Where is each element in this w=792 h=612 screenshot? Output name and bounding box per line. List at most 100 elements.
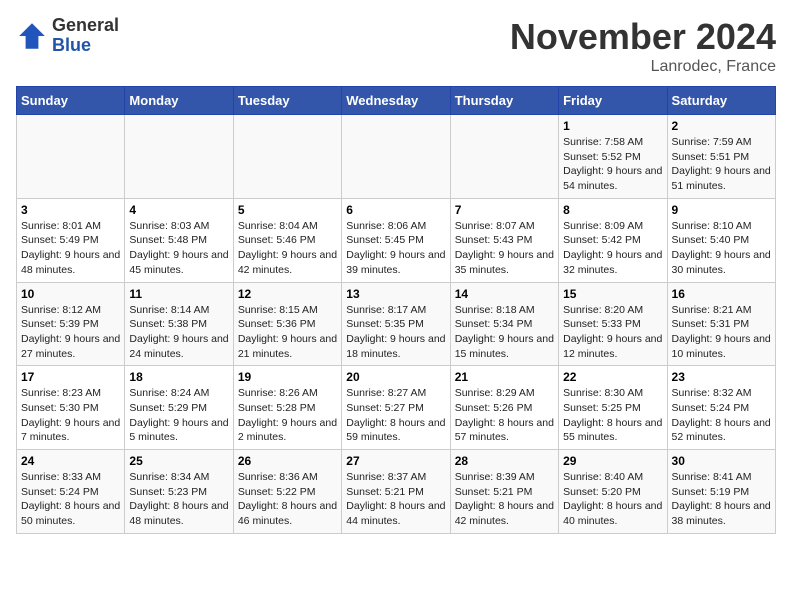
day-number: 26 xyxy=(238,454,337,468)
calendar-cell: 3 Sunrise: 8:01 AM Sunset: 5:49 PM Daylig… xyxy=(17,198,125,282)
calendar-cell: 14Sunrise: 8:18 AM Sunset: 5:34 PM Dayli… xyxy=(450,282,558,366)
calendar-cell: 11Sunrise: 8:14 AM Sunset: 5:38 PM Dayli… xyxy=(125,282,233,366)
day-number: 18 xyxy=(129,370,228,384)
weekday-header-friday: Friday xyxy=(559,87,667,115)
day-number: 24 xyxy=(21,454,120,468)
logo: General Blue xyxy=(16,16,119,56)
weekday-header-saturday: Saturday xyxy=(667,87,775,115)
calendar-cell xyxy=(342,115,450,199)
day-info: Sunrise: 8:40 AM Sunset: 5:20 PM Dayligh… xyxy=(563,470,662,529)
calendar-cell: 26 Sunrise: 8:36 AM Sunset: 5:22 PM Dayli… xyxy=(233,450,341,534)
day-number: 4 xyxy=(129,203,228,217)
calendar-cell: 13 Sunrise: 8:17 AM Sunset: 5:35 PM Dayli… xyxy=(342,282,450,366)
calendar-cell xyxy=(233,115,341,199)
day-number: 3 xyxy=(21,203,120,217)
calendar-cell: 1Sunrise: 7:58 AM Sunset: 5:52 PM Daylig… xyxy=(559,115,667,199)
day-info: Sunrise: 8:10 AM Sunset: 5:40 PM Dayligh… xyxy=(672,219,771,278)
day-number: 21 xyxy=(455,370,554,384)
calendar-header: SundayMondayTuesdayWednesdayThursdayFrid… xyxy=(17,87,776,115)
day-number: 12 xyxy=(238,287,337,301)
logo-general-text: General xyxy=(52,16,119,36)
day-info: Sunrise: 8:32 AM Sunset: 5:24 PM Dayligh… xyxy=(672,386,771,445)
calendar-week-row: 17 Sunrise: 8:23 AM Sunset: 5:30 PM Dayli… xyxy=(17,366,776,450)
calendar-week-row: 1Sunrise: 7:58 AM Sunset: 5:52 PM Daylig… xyxy=(17,115,776,199)
day-number: 16 xyxy=(672,287,771,301)
weekday-header-row: SundayMondayTuesdayWednesdayThursdayFrid… xyxy=(17,87,776,115)
weekday-header-thursday: Thursday xyxy=(450,87,558,115)
day-info: Sunrise: 8:06 AM Sunset: 5:45 PM Dayligh… xyxy=(346,219,445,278)
calendar-cell: 6 Sunrise: 8:06 AM Sunset: 5:45 PM Daylig… xyxy=(342,198,450,282)
day-number: 17 xyxy=(21,370,120,384)
logo-text: General Blue xyxy=(52,16,119,56)
day-number: 22 xyxy=(563,370,662,384)
day-info: Sunrise: 8:36 AM Sunset: 5:22 PM Dayligh… xyxy=(238,470,337,529)
weekday-header-sunday: Sunday xyxy=(17,87,125,115)
day-info: Sunrise: 8:37 AM Sunset: 5:21 PM Dayligh… xyxy=(346,470,445,529)
calendar-cell: 4Sunrise: 8:03 AM Sunset: 5:48 PM Daylig… xyxy=(125,198,233,282)
header: General Blue November 2024 Lanrodec, Fra… xyxy=(16,16,776,76)
calendar-cell: 29 Sunrise: 8:40 AM Sunset: 5:20 PM Dayli… xyxy=(559,450,667,534)
day-info: Sunrise: 8:41 AM Sunset: 5:19 PM Dayligh… xyxy=(672,470,771,529)
calendar-cell: 12 Sunrise: 8:15 AM Sunset: 5:36 PM Dayli… xyxy=(233,282,341,366)
day-number: 19 xyxy=(238,370,337,384)
calendar-cell: 17 Sunrise: 8:23 AM Sunset: 5:30 PM Dayli… xyxy=(17,366,125,450)
month-title: November 2024 xyxy=(510,16,776,58)
day-info: Sunrise: 8:24 AM Sunset: 5:29 PM Dayligh… xyxy=(129,386,228,445)
day-number: 30 xyxy=(672,454,771,468)
title-section: November 2024 Lanrodec, France xyxy=(510,16,776,76)
logo-blue-text: Blue xyxy=(52,36,119,56)
day-number: 14 xyxy=(455,287,554,301)
calendar-cell xyxy=(125,115,233,199)
calendar-cell: 27 Sunrise: 8:37 AM Sunset: 5:21 PM Dayli… xyxy=(342,450,450,534)
day-number: 13 xyxy=(346,287,445,301)
day-info: Sunrise: 8:34 AM Sunset: 5:23 PM Dayligh… xyxy=(129,470,228,529)
calendar-cell: 28 Sunrise: 8:39 AM Sunset: 5:21 PM Dayli… xyxy=(450,450,558,534)
calendar-cell: 2 Sunrise: 7:59 AM Sunset: 5:51 PM Daylig… xyxy=(667,115,775,199)
day-info: Sunrise: 7:59 AM Sunset: 5:51 PM Dayligh… xyxy=(672,135,771,194)
day-info: Sunrise: 8:26 AM Sunset: 5:28 PM Dayligh… xyxy=(238,386,337,445)
day-number: 2 xyxy=(672,119,771,133)
day-info: Sunrise: 8:21 AM Sunset: 5:31 PM Dayligh… xyxy=(672,303,771,362)
calendar-cell: 30 Sunrise: 8:41 AM Sunset: 5:19 PM Dayli… xyxy=(667,450,775,534)
day-info: Sunrise: 8:39 AM Sunset: 5:21 PM Dayligh… xyxy=(455,470,554,529)
day-info: Sunrise: 8:07 AM Sunset: 5:43 PM Dayligh… xyxy=(455,219,554,278)
calendar-cell: 23Sunrise: 8:32 AM Sunset: 5:24 PM Dayli… xyxy=(667,366,775,450)
day-info: Sunrise: 8:14 AM Sunset: 5:38 PM Dayligh… xyxy=(129,303,228,362)
day-info: Sunrise: 8:04 AM Sunset: 5:46 PM Dayligh… xyxy=(238,219,337,278)
calendar-cell xyxy=(17,115,125,199)
day-number: 29 xyxy=(563,454,662,468)
day-info: Sunrise: 8:15 AM Sunset: 5:36 PM Dayligh… xyxy=(238,303,337,362)
weekday-header-monday: Monday xyxy=(125,87,233,115)
day-number: 7 xyxy=(455,203,554,217)
calendar-cell xyxy=(450,115,558,199)
day-number: 10 xyxy=(21,287,120,301)
day-number: 9 xyxy=(672,203,771,217)
day-number: 5 xyxy=(238,203,337,217)
logo-icon xyxy=(16,20,48,52)
day-number: 25 xyxy=(129,454,228,468)
day-info: Sunrise: 8:01 AM Sunset: 5:49 PM Dayligh… xyxy=(21,219,120,278)
day-info: Sunrise: 8:23 AM Sunset: 5:30 PM Dayligh… xyxy=(21,386,120,445)
day-number: 6 xyxy=(346,203,445,217)
day-number: 1 xyxy=(563,119,662,133)
day-info: Sunrise: 8:17 AM Sunset: 5:35 PM Dayligh… xyxy=(346,303,445,362)
day-number: 15 xyxy=(563,287,662,301)
day-info: Sunrise: 8:09 AM Sunset: 5:42 PM Dayligh… xyxy=(563,219,662,278)
calendar-week-row: 3 Sunrise: 8:01 AM Sunset: 5:49 PM Daylig… xyxy=(17,198,776,282)
weekday-header-tuesday: Tuesday xyxy=(233,87,341,115)
day-info: Sunrise: 8:20 AM Sunset: 5:33 PM Dayligh… xyxy=(563,303,662,362)
calendar-week-row: 24Sunrise: 8:33 AM Sunset: 5:24 PM Dayli… xyxy=(17,450,776,534)
calendar-cell: 21 Sunrise: 8:29 AM Sunset: 5:26 PM Dayli… xyxy=(450,366,558,450)
day-info: Sunrise: 8:30 AM Sunset: 5:25 PM Dayligh… xyxy=(563,386,662,445)
day-number: 27 xyxy=(346,454,445,468)
weekday-header-wednesday: Wednesday xyxy=(342,87,450,115)
calendar-cell: 20Sunrise: 8:27 AM Sunset: 5:27 PM Dayli… xyxy=(342,366,450,450)
calendar-cell: 10Sunrise: 8:12 AM Sunset: 5:39 PM Dayli… xyxy=(17,282,125,366)
day-info: Sunrise: 8:29 AM Sunset: 5:26 PM Dayligh… xyxy=(455,386,554,445)
calendar-body: 1Sunrise: 7:58 AM Sunset: 5:52 PM Daylig… xyxy=(17,115,776,534)
day-number: 28 xyxy=(455,454,554,468)
calendar-cell: 16 Sunrise: 8:21 AM Sunset: 5:31 PM Dayli… xyxy=(667,282,775,366)
calendar-cell: 19 Sunrise: 8:26 AM Sunset: 5:28 PM Dayli… xyxy=(233,366,341,450)
calendar-table: SundayMondayTuesdayWednesdayThursdayFrid… xyxy=(16,86,776,534)
calendar-cell: 15 Sunrise: 8:20 AM Sunset: 5:33 PM Dayli… xyxy=(559,282,667,366)
